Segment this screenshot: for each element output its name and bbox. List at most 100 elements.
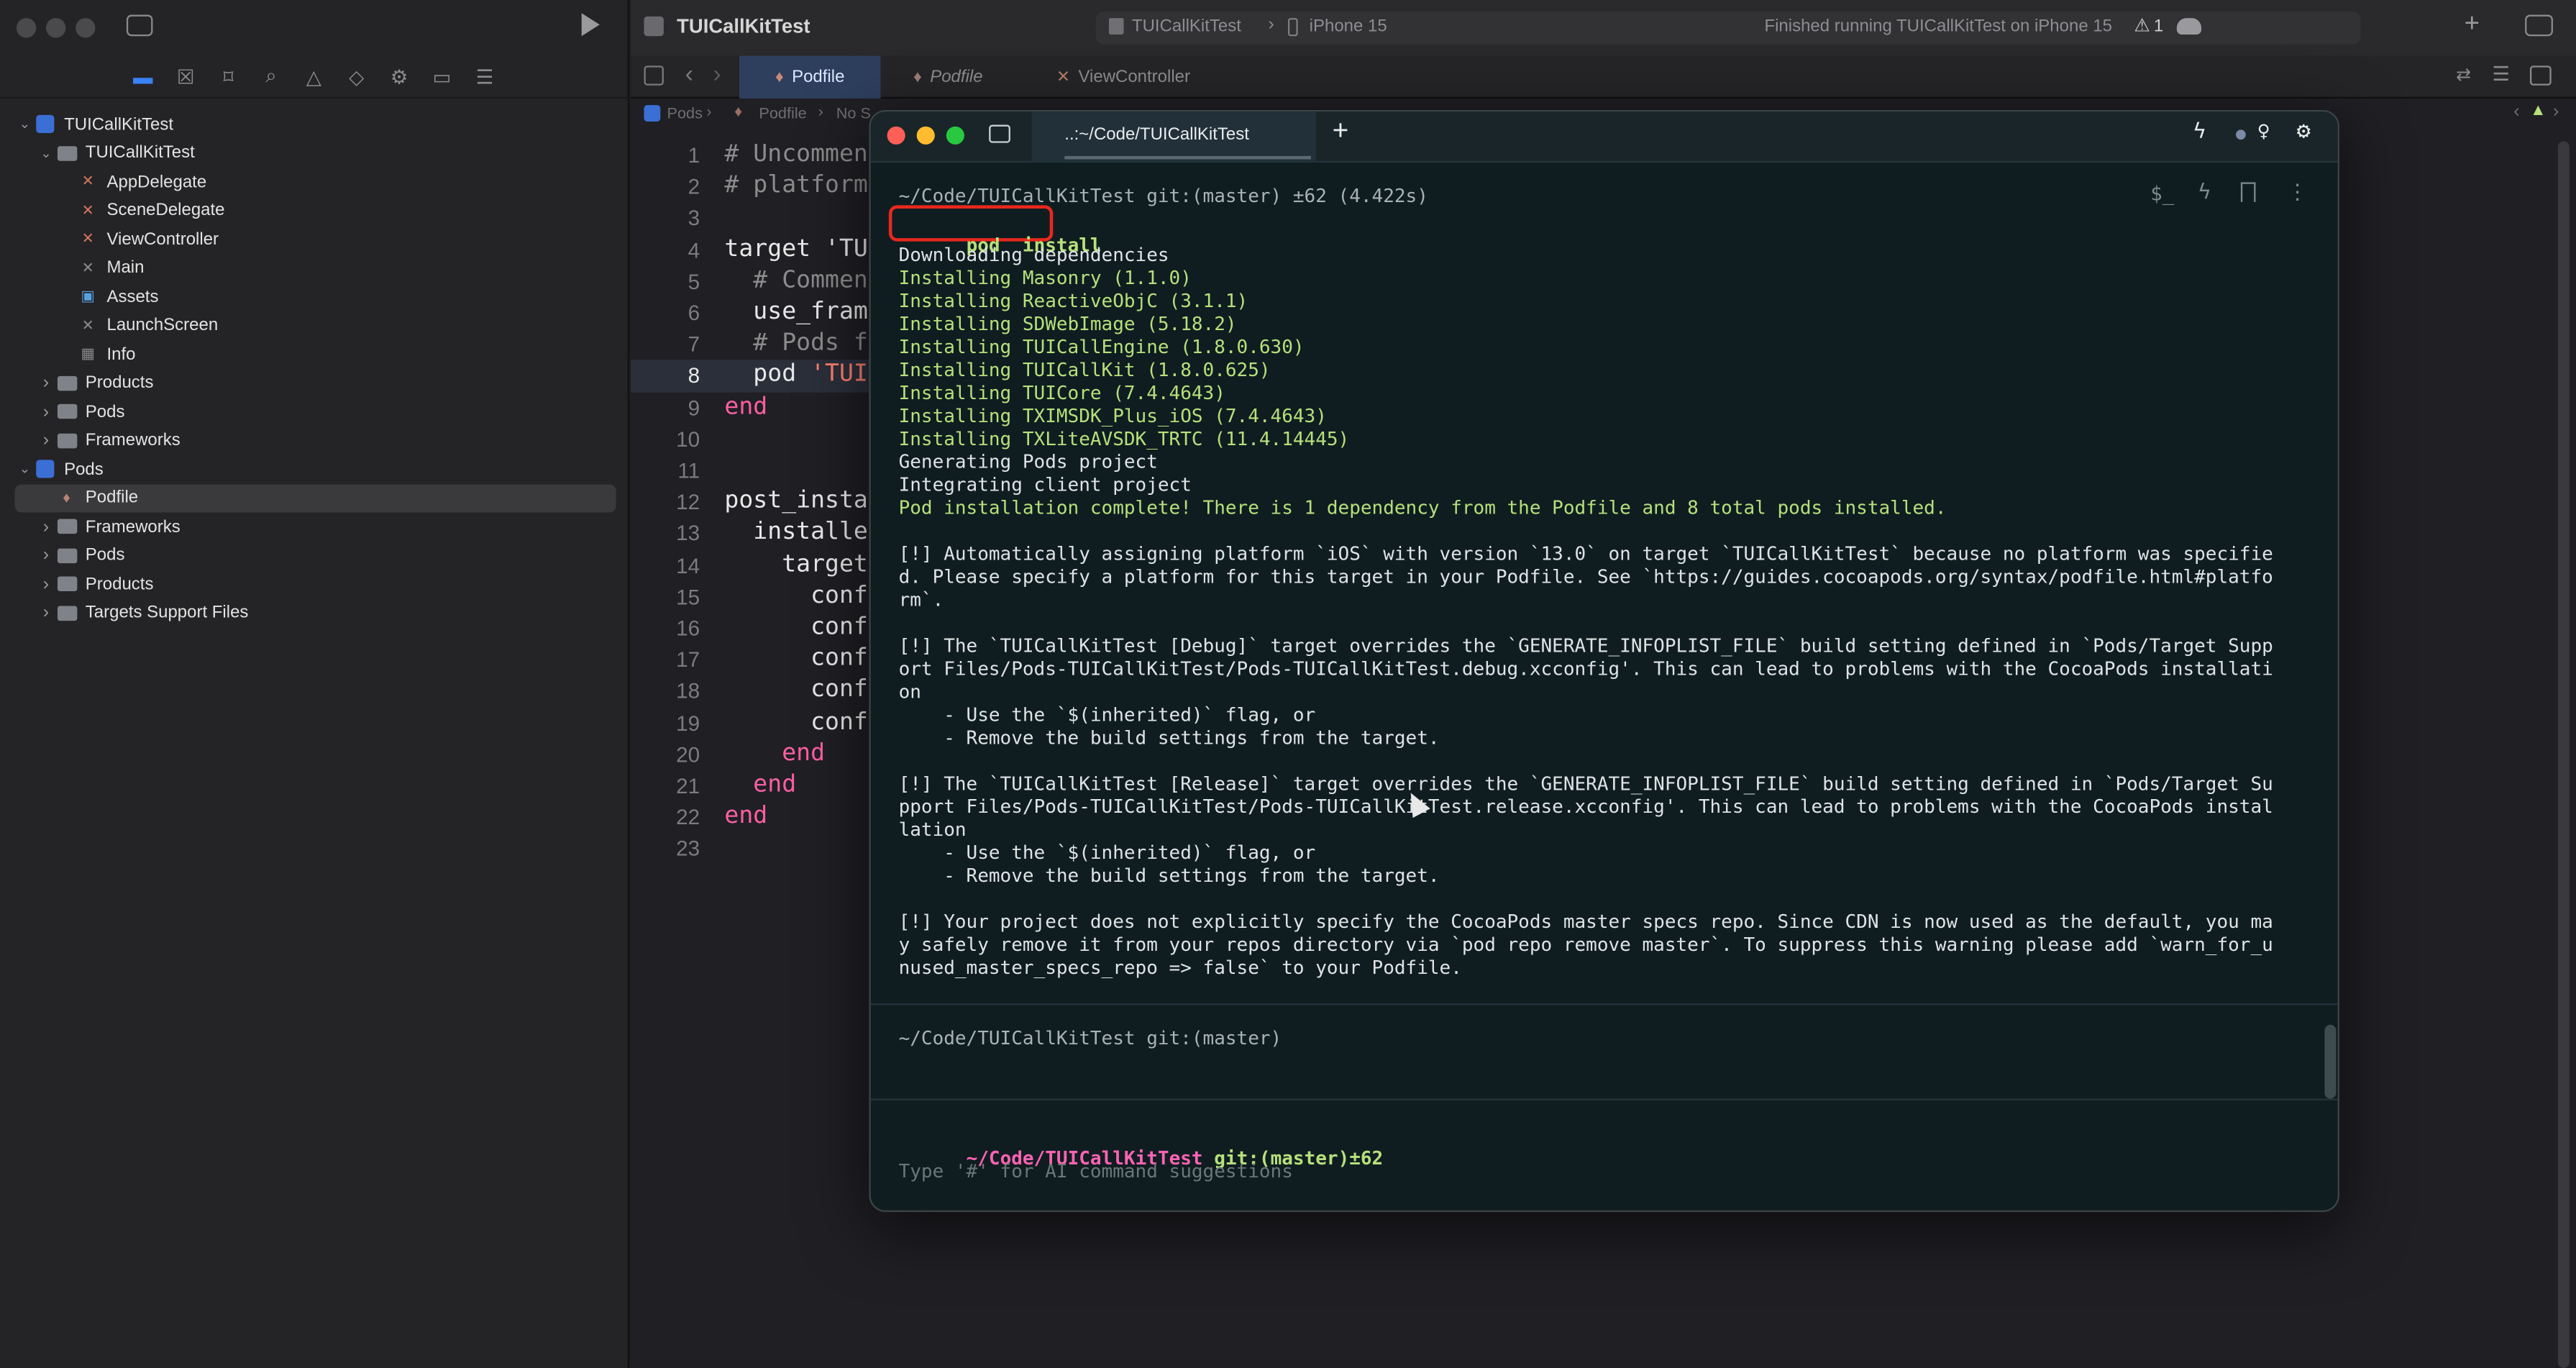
line-number: 9	[688, 395, 700, 420]
tree-row-label: Frameworks	[85, 516, 181, 537]
jumpbar-item[interactable]: No S	[836, 105, 871, 123]
tree-row-label: AppDelegate	[106, 172, 207, 192]
output-line: Installing TUICallKit (1.8.0.625)	[898, 357, 1271, 381]
terminal-zoom-button[interactable]	[946, 126, 964, 145]
code-editor[interactable]: 1 # Uncommen 2 # platform 3 4 target 'TU 5 # Co…	[631, 132, 869, 1368]
tab-label: Podfile	[792, 67, 845, 88]
forward-icon[interactable]: ›	[713, 60, 721, 88]
editor-options-icon[interactable]: ☰	[2492, 63, 2510, 86]
editor-scrollbar[interactable]	[2557, 141, 2570, 1368]
tree-row[interactable]: ✕ SceneDelegate	[15, 196, 616, 225]
folder-icon	[56, 374, 78, 392]
chevron-right-icon[interactable]: ›	[36, 546, 55, 565]
test-icon[interactable]: ◇	[342, 63, 371, 90]
tree-row[interactable]: ⌄ Pods	[15, 455, 616, 483]
tree-row[interactable]: ▦ Info	[15, 340, 616, 369]
forward-icon[interactable]: ›	[2553, 102, 2559, 122]
tree-row[interactable]: › Targets Support Files	[15, 598, 616, 627]
chevron-down-icon[interactable]: ⌄	[36, 146, 55, 161]
warning-icon[interactable]: ⚠	[2134, 15, 2150, 36]
tree-row[interactable]: ⌄ TUICallKitTest	[15, 139, 616, 168]
scheme-selector[interactable]: TUICallKitTest	[1132, 17, 1241, 36]
tree-row[interactable]: › Products	[15, 570, 616, 598]
terminal-minimize-button[interactable]	[916, 126, 935, 145]
more-icon[interactable]: ⋮	[2287, 181, 2308, 205]
command-input[interactable]: Type '#' for AI command suggestions	[899, 1159, 1293, 1182]
sidebar-toggle-icon[interactable]	[126, 14, 153, 37]
terminal-scrollbar[interactable]	[2324, 1024, 2337, 1099]
tab-viewcontroller[interactable]: ✕ ViewController	[1056, 56, 1190, 99]
device-selector[interactable]: iPhone 15	[1310, 17, 1387, 36]
tree-row[interactable]: › Frameworks	[15, 512, 616, 541]
report-icon[interactable]: ☰	[470, 63, 499, 90]
tree-row-label: TUICallKitTest	[64, 114, 174, 134]
code-line: conf	[724, 708, 868, 735]
tree-row[interactable]: ⌄ TUICallKitTest	[15, 110, 616, 139]
settings-gear-icon[interactable]: ⚙	[2297, 118, 2311, 145]
file-tree: ⌄ TUICallKitTest ⌄ TUICallKitTest ✕ AppDelega…	[14, 110, 616, 627]
related-items-icon[interactable]: ⇄	[2456, 64, 2471, 85]
code-token: # platform	[724, 173, 868, 199]
code-line: conf	[724, 614, 868, 641]
lightbulb-icon[interactable]: ♀	[2257, 120, 2270, 145]
project-icon	[644, 105, 661, 122]
tab-podfile-active[interactable]: ♦ Podfile	[739, 55, 881, 99]
breakpoint-icon[interactable]: ▭	[427, 63, 457, 90]
source-control-icon[interactable]: ☒	[171, 63, 201, 90]
bolt-icon[interactable]: ϟ	[2198, 181, 2211, 205]
folder-navigator-icon[interactable]: ▬	[128, 63, 157, 90]
output-line: Installing TXLiteAVSDK_TRTC (11.4.14445)	[898, 427, 1350, 450]
zoom-window-button[interactable]	[76, 18, 96, 38]
book-icon[interactable]	[989, 124, 1010, 143]
output-line: pport Files/Pods-TUICallKitTest/Pods-TUI…	[898, 795, 2273, 818]
chevron-right-icon[interactable]: ›	[36, 373, 55, 393]
swift-file-icon: ✕	[1056, 68, 1071, 86]
issue-icon[interactable]: △	[299, 63, 329, 90]
code-line: target 'TU	[724, 236, 867, 263]
bookmark-icon[interactable]: ⌑	[214, 63, 243, 90]
close-window-button[interactable]	[16, 18, 37, 38]
ruby-file-icon: ♦	[734, 103, 743, 122]
tree-row[interactable]: ✕ Main	[15, 254, 616, 283]
terminal-tab[interactable]: ..:~/Code/TUICallKitTest	[1031, 111, 1316, 161]
chevron-right-icon[interactable]: ›	[36, 402, 55, 421]
tree-row[interactable]: › Frameworks	[15, 427, 616, 455]
tree-row[interactable]: › Products	[15, 369, 616, 398]
bookmark-icon[interactable]	[2240, 182, 2256, 202]
grid-icon[interactable]	[644, 65, 664, 86]
find-icon[interactable]: ⌕	[256, 63, 286, 90]
tree-row[interactable]: ✕ LaunchScreen	[15, 311, 616, 340]
warning-icon[interactable]: ▲	[2530, 102, 2547, 120]
chevron-down-icon[interactable]: ⌄	[15, 462, 35, 477]
debug-icon[interactable]: ⚙	[385, 63, 414, 90]
bolt-icon[interactable]: ϟ	[2193, 120, 2206, 145]
terminal-close-button[interactable]	[887, 126, 905, 145]
chevron-right-icon[interactable]: ›	[36, 431, 55, 450]
chevron-down-icon[interactable]: ⌄	[15, 117, 35, 132]
add-icon[interactable]: +	[2465, 10, 2480, 40]
code-token: conf	[724, 645, 868, 672]
tree-row[interactable]: ▣ Assets	[15, 283, 616, 311]
tree-row[interactable]: ✕ AppDelegate	[15, 168, 616, 196]
tree-row-label: Pods	[64, 459, 104, 480]
tree-row[interactable]: ♦ Podfile	[14, 483, 616, 513]
iphone-icon	[1287, 18, 1298, 37]
jumpbar-item[interactable]: Pods	[667, 105, 702, 123]
new-tab-button[interactable]: +	[1333, 115, 1349, 148]
tree-row[interactable]: ✕ ViewController	[15, 225, 616, 254]
tree-row[interactable]: › Pods	[15, 541, 616, 570]
back-icon[interactable]: ‹	[2513, 102, 2519, 122]
jumpbar-item[interactable]: Podfile	[759, 105, 806, 123]
inspector-toggle-icon[interactable]	[2525, 14, 2553, 37]
run-button-icon[interactable]	[581, 13, 600, 37]
tree-row[interactable]: › Pods	[15, 398, 616, 427]
back-icon[interactable]: ‹	[685, 60, 693, 88]
chevron-right-icon[interactable]: ›	[36, 517, 55, 537]
dollar-icon[interactable]: $_	[2150, 182, 2174, 205]
output-line: d. Please specify a platform for this ta…	[898, 565, 2273, 588]
tab-podfile-preview[interactable]: ♦ Podfile	[913, 56, 982, 99]
split-editor-icon[interactable]	[2529, 65, 2552, 86]
chevron-right-icon[interactable]: ›	[36, 603, 55, 623]
minimize-window-button[interactable]	[45, 18, 66, 38]
chevron-right-icon[interactable]: ›	[36, 575, 55, 594]
